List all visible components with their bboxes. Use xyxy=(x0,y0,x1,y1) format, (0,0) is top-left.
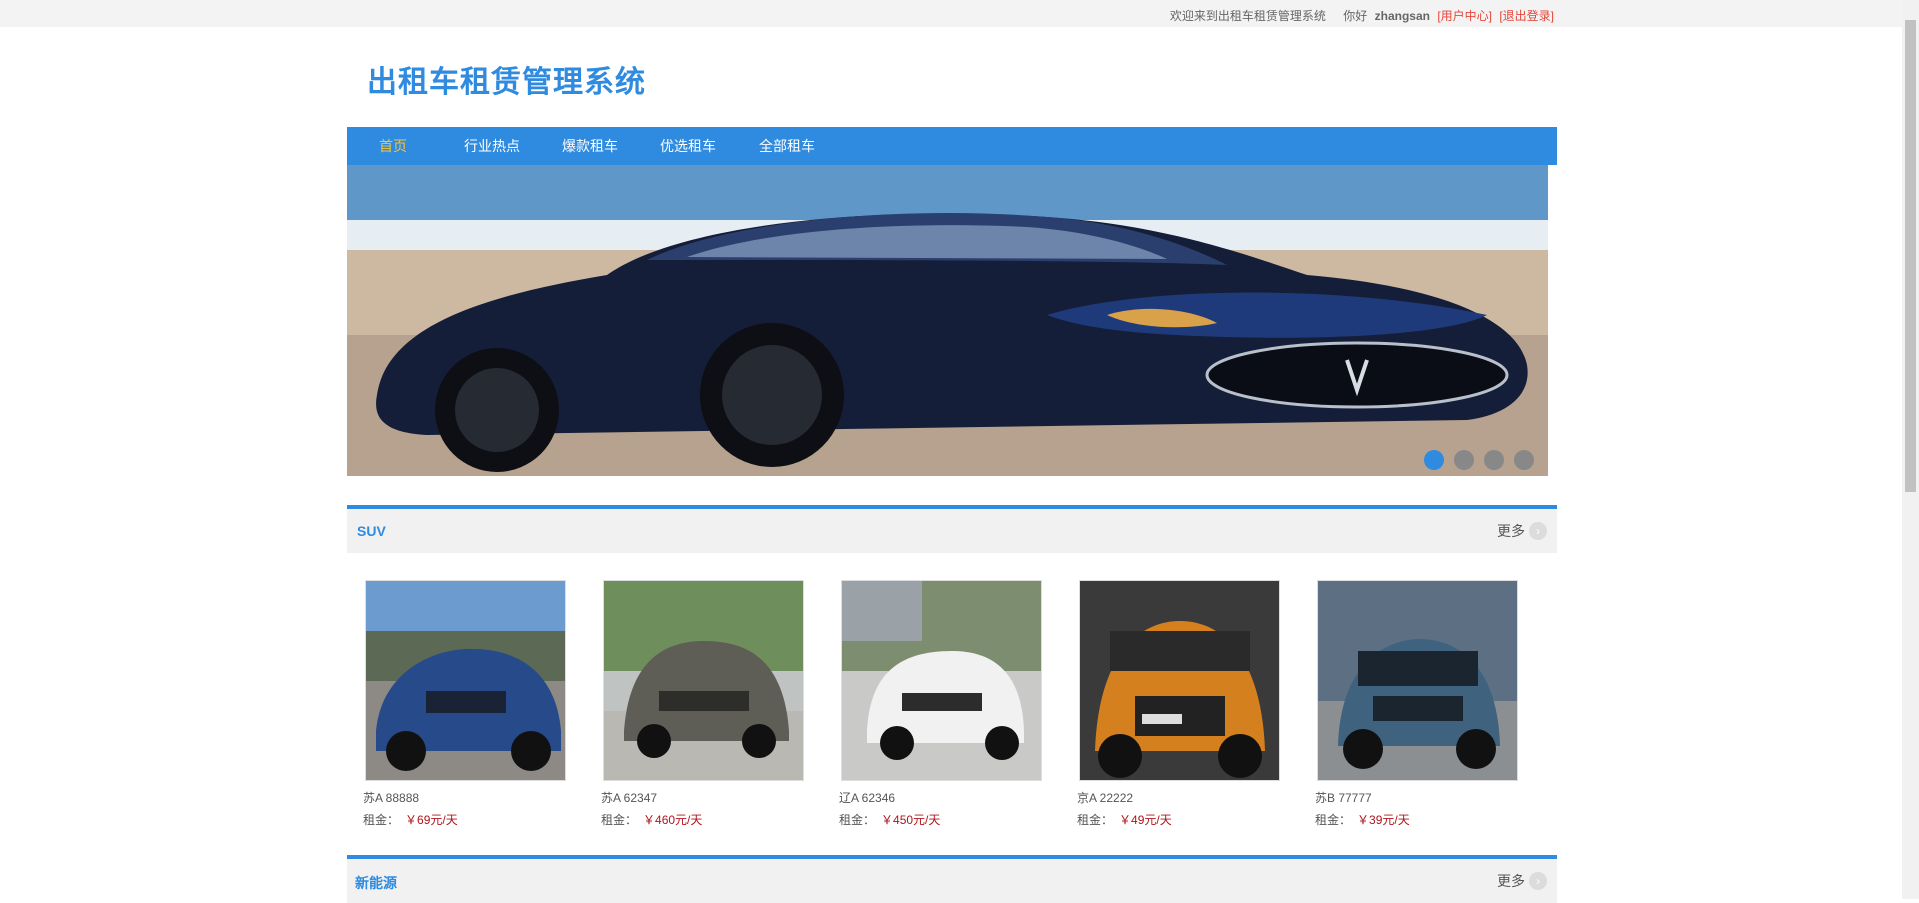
rent-price: ￥49元/天 xyxy=(1119,813,1172,827)
car-image-teal-suv xyxy=(1318,581,1517,780)
rent-label: 租金： xyxy=(601,813,638,827)
car-thumbnail[interactable] xyxy=(1079,580,1280,781)
car-rent: 租金： ￥450元/天 xyxy=(839,811,1043,828)
page-scrollbar[interactable] xyxy=(1902,0,1919,899)
car-image-orange-suv xyxy=(1080,581,1279,780)
more-label: 更多 xyxy=(1497,873,1525,889)
site-logo-title[interactable]: 出租车租赁管理系统 xyxy=(367,57,646,101)
more-label: 更多 xyxy=(1497,523,1525,539)
car-card: 苏A 62347 租金： ￥460元/天 xyxy=(601,580,805,828)
rent-label: 租金： xyxy=(363,813,400,827)
carousel-dots xyxy=(1424,450,1534,470)
car-plate: 苏A 88888 xyxy=(363,791,420,805)
car-rent: 租金： ￥39元/天 xyxy=(1315,811,1519,828)
section-more-suv[interactable]: 更多 › xyxy=(1497,521,1547,541)
scrollbar-thumb[interactable] xyxy=(1905,20,1916,492)
chevron-right-icon: › xyxy=(1529,872,1547,890)
car-image-grey-suv xyxy=(604,581,803,780)
nav-item-industry-hot[interactable]: 行业热点 xyxy=(464,127,520,165)
nav-item-home[interactable]: 首页 xyxy=(379,127,407,165)
car-card: 苏B 77777 租金： ￥39元/天 xyxy=(1315,580,1519,828)
car-plate: 苏A 62347 xyxy=(601,791,658,805)
carousel-dot-3[interactable] xyxy=(1484,450,1504,470)
car-image-blue-suv xyxy=(366,581,565,780)
carousel-dot-2[interactable] xyxy=(1454,450,1474,470)
car-thumbnail[interactable] xyxy=(603,580,804,781)
car-card: 京A 22222 租金： ￥49元/天 xyxy=(1077,580,1281,828)
nav-item-all-rental[interactable]: 全部租车 xyxy=(759,127,815,165)
car-rent: 租金： ￥49元/天 xyxy=(1077,811,1281,828)
rent-price: ￥460元/天 xyxy=(643,813,703,827)
nav-item-preferred-rental[interactable]: 优选租车 xyxy=(660,127,716,165)
car-thumbnail[interactable] xyxy=(841,580,1042,781)
rent-price: ￥69元/天 xyxy=(405,813,458,827)
car-plate: 苏B 77777 xyxy=(1315,791,1372,805)
car-card: 辽A 62346 租金： ￥450元/天 xyxy=(839,580,1043,828)
user-center-link[interactable]: [用户中心] xyxy=(1437,9,1492,23)
welcome-text: 欢迎来到出租车租赁管理系统 xyxy=(1169,9,1326,23)
rent-price: ￥450元/天 xyxy=(881,813,941,827)
banner-car-image xyxy=(347,165,1548,476)
banner-carousel[interactable] xyxy=(347,165,1548,476)
car-rent: 租金： ￥69元/天 xyxy=(363,811,567,828)
section-header-suv: SUV 更多 › xyxy=(347,505,1557,553)
section-title-new-energy[interactable]: 新能源 xyxy=(355,873,397,893)
car-image-white-suv xyxy=(842,581,1041,780)
car-plate: 辽A 62346 xyxy=(839,791,896,805)
carousel-dot-1[interactable] xyxy=(1424,450,1444,470)
car-thumbnail[interactable] xyxy=(1317,580,1518,781)
section-more-new-energy[interactable]: 更多 › xyxy=(1497,871,1547,891)
rent-label: 租金： xyxy=(839,813,876,827)
chevron-right-icon: › xyxy=(1529,522,1547,540)
car-rent: 租金： ￥460元/天 xyxy=(601,811,805,828)
car-plate: 京A 22222 xyxy=(1077,791,1134,805)
top-bar: 欢迎来到出租车租赁管理系统 你好 zhangsan [用户中心] [退出登录] xyxy=(0,0,1902,27)
logout-link[interactable]: [退出登录] xyxy=(1499,9,1554,23)
carousel-dot-4[interactable] xyxy=(1514,450,1534,470)
rent-label: 租金： xyxy=(1315,813,1352,827)
section-title-suv[interactable]: SUV xyxy=(357,523,386,539)
car-card: 苏A 88888 租金： ￥69元/天 xyxy=(363,580,567,828)
nav-item-popular-rental[interactable]: 爆款租车 xyxy=(562,127,618,165)
rent-label: 租金： xyxy=(1077,813,1114,827)
main-nav: 首页 行业热点 爆款租车 优选租车 全部租车 xyxy=(347,127,1557,165)
car-thumbnail[interactable] xyxy=(365,580,566,781)
top-bar-user-area: 欢迎来到出租车租赁管理系统 你好 zhangsan [用户中心] [退出登录] xyxy=(1166,7,1554,24)
section-header-new-energy: 新能源 更多 › xyxy=(347,855,1557,903)
hello-text: 你好 xyxy=(1343,9,1368,23)
username: zhangsan xyxy=(1374,9,1430,23)
rent-price: ￥39元/天 xyxy=(1357,813,1410,827)
